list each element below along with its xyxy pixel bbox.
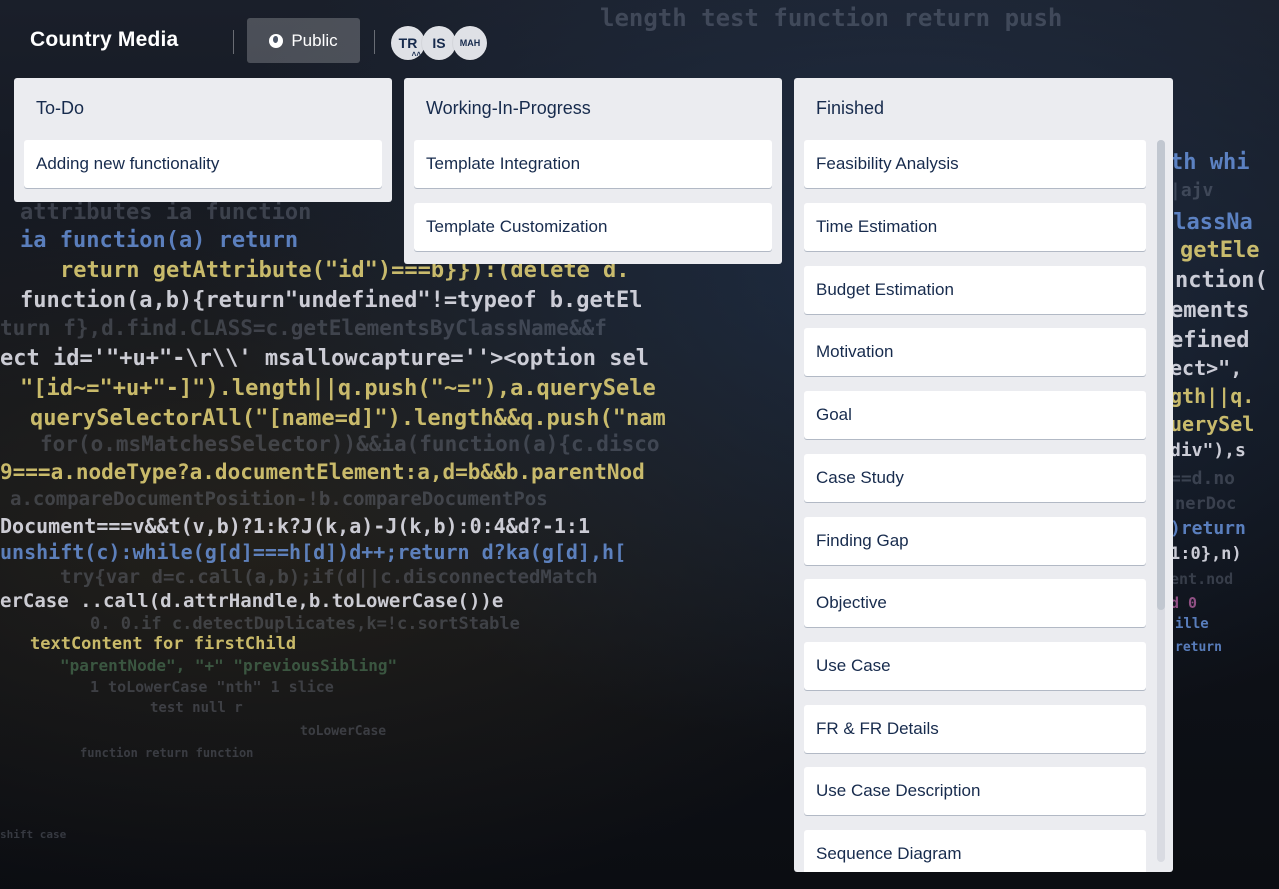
- member-initials: MAH: [459, 38, 481, 48]
- list-title[interactable]: To-Do: [36, 98, 84, 119]
- card[interactable]: Budget Estimation: [804, 266, 1146, 314]
- list-finished: Finished Feasibility Analysis Time Estim…: [794, 78, 1173, 872]
- list-scrollbar[interactable]: [1157, 140, 1165, 862]
- visibility-label: Public: [291, 30, 338, 50]
- list-working-in-progress: Working-In-Progress Template Integration…: [404, 78, 782, 264]
- card[interactable]: Template Customization: [414, 203, 772, 251]
- member-initials: IS: [432, 35, 446, 51]
- card[interactable]: Motivation: [804, 328, 1146, 376]
- card[interactable]: Time Estimation: [804, 203, 1146, 251]
- card[interactable]: Use Case: [804, 642, 1146, 690]
- member-initials: TR: [398, 35, 418, 51]
- card[interactable]: Objective: [804, 579, 1146, 627]
- board-title[interactable]: Country Media: [30, 28, 178, 52]
- card[interactable]: FR & FR Details: [804, 705, 1146, 753]
- visibility-button[interactable]: Public: [247, 18, 360, 63]
- list-cards-container: Finished Feasibility Analysis Time Estim…: [794, 78, 1173, 872]
- board-header: Country Media Public TR ˄˄ IS MAH: [0, 0, 1279, 80]
- list-title[interactable]: Working-In-Progress: [426, 98, 591, 119]
- card[interactable]: Template Integration: [414, 140, 772, 188]
- scrollbar-thumb[interactable]: [1157, 140, 1165, 610]
- card[interactable]: Goal: [804, 391, 1146, 439]
- member-avatar[interactable]: IS: [422, 26, 456, 60]
- board-members: TR ˄˄ IS MAH: [391, 26, 487, 60]
- card[interactable]: Finding Gap: [804, 517, 1146, 565]
- header-divider: [233, 30, 234, 54]
- list-to-do: To-Do Adding new functionality: [14, 78, 392, 202]
- chevron-up-icon: ˄˄: [411, 50, 421, 59]
- header-divider: [374, 30, 375, 54]
- card[interactable]: Feasibility Analysis: [804, 140, 1146, 188]
- member-avatar[interactable]: TR ˄˄: [391, 26, 425, 60]
- globe-icon: [269, 33, 284, 48]
- card[interactable]: Adding new functionality: [24, 140, 382, 188]
- card[interactable]: Use Case Description: [804, 767, 1146, 815]
- card[interactable]: Case Study: [804, 454, 1146, 502]
- list-title[interactable]: Finished: [816, 98, 884, 119]
- card[interactable]: Sequence Diagram: [804, 830, 1146, 872]
- member-avatar[interactable]: MAH: [453, 26, 487, 60]
